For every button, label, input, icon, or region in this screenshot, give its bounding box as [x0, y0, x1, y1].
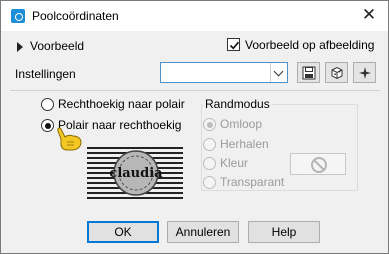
close-button[interactable]: ✕ [356, 4, 382, 26]
save-preset-button[interactable] [297, 62, 320, 83]
chevron-down-icon[interactable] [270, 63, 287, 82]
radio-label: Transparant [220, 175, 285, 189]
title-bar: Poolcoördinaten ✕ [1, 1, 388, 31]
ok-button[interactable]: OK [87, 221, 159, 243]
camera-icon [11, 9, 25, 23]
preview-label: Voorbeeld [30, 39, 85, 53]
watermark-text: claudia [109, 166, 163, 181]
randomize-button[interactable] [353, 62, 376, 83]
radio-button[interactable] [41, 98, 54, 111]
no-color-icon [311, 157, 327, 173]
radio-button-disabled [203, 176, 216, 189]
radio-label: Kleur [220, 156, 249, 170]
separator [10, 90, 380, 91]
preview-on-image-label: Voorbeeld op afbeelding [245, 38, 375, 52]
save-preset-icon [302, 66, 316, 80]
radio-label: Herhalen [220, 137, 269, 151]
radio-button-selected[interactable] [41, 119, 54, 132]
window-title: Poolcoördinaten [32, 9, 119, 23]
preset-dropdown[interactable] [160, 62, 288, 83]
radio-label: Rechthoekig naar polair [58, 97, 185, 111]
reset-icon [331, 66, 343, 80]
color-swatch [290, 153, 346, 175]
preview-image: claudia [87, 145, 183, 203]
expand-triangle-icon[interactable] [17, 42, 23, 52]
settings-label: Instellingen [15, 67, 76, 81]
checkmark-icon [229, 41, 240, 50]
radio-button-disabled [203, 138, 216, 151]
randomize-icon [359, 67, 371, 79]
radio-button-disabled [203, 157, 216, 170]
help-button[interactable]: Help [248, 221, 320, 243]
preview-on-image-checkbox[interactable] [227, 38, 240, 51]
reset-button[interactable] [325, 62, 348, 83]
polar-coordinates-dialog: Poolcoördinaten ✕ Voorbeeld Voorbeeld op… [0, 0, 389, 254]
edge-mode-group-label: Randmodus [203, 97, 272, 111]
radio-label: Omloop [220, 117, 263, 131]
radio-button-disabled [203, 118, 216, 131]
cancel-button[interactable]: Annuleren [167, 221, 239, 243]
pointing-hand-icon [57, 127, 82, 151]
